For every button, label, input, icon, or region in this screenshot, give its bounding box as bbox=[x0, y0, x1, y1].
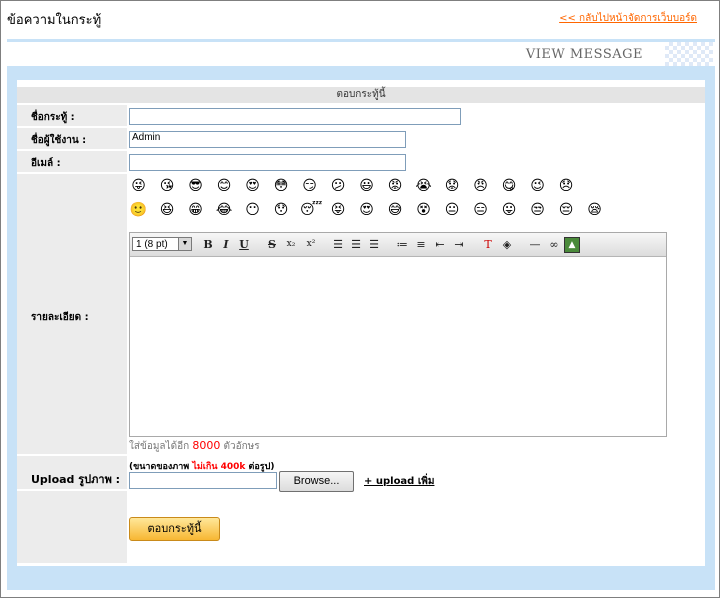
remaining-chars: ใส่ข้อมูลได้อีก 8000 ตัวอักษร bbox=[129, 439, 260, 454]
email-label: อีเมล์ : bbox=[31, 158, 61, 169]
add-upload-link[interactable]: + upload เพิ่ม bbox=[364, 474, 434, 489]
font-size-value: 1 (8 pt) bbox=[136, 239, 168, 250]
insert-image-icon[interactable]: ▲ bbox=[564, 237, 580, 253]
strikethrough-button[interactable]: S bbox=[264, 237, 280, 252]
emoticon-12-icon[interactable]: 😟 bbox=[443, 178, 462, 194]
user-label-cell: ชื่อผู้ใช้งาน : bbox=[17, 128, 127, 149]
rich-text-editor: 1 (8 pt) ▼ B I U S x₂ x² ☰ ☰ ☰ ≔ ≡ ⇤ ⇥ T… bbox=[129, 232, 667, 437]
view-message-title: VIEW MESSAGE bbox=[525, 47, 643, 62]
emoticon-8-icon[interactable]: 😕 bbox=[329, 178, 348, 194]
user-label: ชื่อผู้ใช้งาน : bbox=[31, 135, 87, 146]
detail-label: รายละเอียด : bbox=[31, 312, 89, 323]
topic-label: ชื่อกระทู้ : bbox=[31, 112, 75, 123]
align-center-icon[interactable]: ☰ bbox=[348, 237, 364, 252]
remaining-suffix: ตัวอักษร bbox=[223, 441, 260, 452]
reply-section-title: ตอบกระทู้นี้ bbox=[17, 87, 705, 103]
submit-label-cell bbox=[17, 491, 127, 563]
text-color-icon[interactable]: T bbox=[480, 237, 496, 252]
upload-label: Upload รูปภาพ : bbox=[31, 473, 121, 486]
remaining-prefix: ใส่ข้อมูลได้อีก bbox=[129, 441, 190, 452]
emoticon-25-icon[interactable]: 😍 bbox=[357, 202, 376, 218]
emoticon-30-icon[interactable]: 😛 bbox=[500, 202, 519, 218]
emoticon-21-icon[interactable]: 😶 bbox=[243, 202, 262, 218]
file-path-input[interactable] bbox=[129, 472, 277, 489]
emoticon-27-icon[interactable]: 😵 bbox=[414, 202, 433, 218]
view-message-bar: VIEW MESSAGE bbox=[7, 42, 715, 66]
unordered-list-icon[interactable]: ≡ bbox=[413, 237, 429, 252]
emoticon-26-icon[interactable]: 😅 bbox=[386, 202, 405, 218]
email-label-cell: อีเมล์ : bbox=[17, 151, 127, 172]
emoticon-17-icon[interactable]: 🙂 bbox=[129, 202, 148, 218]
underline-button[interactable]: U bbox=[236, 237, 252, 252]
subscript-button[interactable]: x₂ bbox=[283, 237, 299, 252]
superscript-button[interactable]: x² bbox=[303, 237, 319, 252]
back-to-webboard-link[interactable]: << กลับไปหน้าจัดการเว็บบอร์ด bbox=[559, 11, 697, 26]
reply-form: ตอบกระทู้นี้ ชื่อกระทู้ : ชื่อผู้ใช้งาน … bbox=[17, 80, 705, 566]
emoticon-10-icon[interactable]: 😡 bbox=[386, 178, 405, 194]
page-frame: ข้อความในกระทู้ << กลับไปหน้าจัดการเว็บบ… bbox=[0, 0, 720, 598]
checker-decoration bbox=[665, 42, 713, 66]
message-body-area[interactable] bbox=[130, 257, 666, 436]
emoticon-9-icon[interactable]: 😃 bbox=[357, 178, 376, 194]
emoticon-24-icon[interactable]: 😝 bbox=[329, 202, 348, 218]
emoticon-6-icon[interactable]: 😳 bbox=[272, 178, 291, 194]
emoticon-18-icon[interactable]: 😆 bbox=[158, 202, 177, 218]
email-input[interactable] bbox=[129, 154, 406, 171]
topic-input[interactable] bbox=[129, 108, 461, 125]
upload-note-limit: ไม่เกิน 400k bbox=[192, 462, 246, 472]
emoticon-3-icon[interactable]: 😎 bbox=[186, 178, 205, 194]
bold-button[interactable]: B bbox=[200, 237, 216, 252]
emoticon-2-icon[interactable]: 😘 bbox=[158, 178, 177, 194]
emoticon-16-icon[interactable]: 😞 bbox=[557, 178, 576, 194]
emoticon-4-icon[interactable]: 😊 bbox=[215, 178, 234, 194]
emoticon-33-icon[interactable]: 😪 bbox=[585, 202, 604, 218]
emoticon-29-icon[interactable]: 😑 bbox=[471, 202, 490, 218]
link-icon[interactable]: ∞ bbox=[546, 237, 562, 252]
ordered-list-icon[interactable]: ≔ bbox=[394, 237, 410, 252]
upload-note-suffix: ต่อรูป) bbox=[248, 462, 275, 472]
align-right-icon[interactable]: ☰ bbox=[366, 237, 382, 252]
upload-note-prefix: (ขนาดของภาพ bbox=[129, 462, 190, 472]
editor-toolbar: 1 (8 pt) ▼ B I U S x₂ x² ☰ ☰ ☰ ≔ ≡ ⇤ ⇥ T… bbox=[130, 233, 666, 257]
remaining-count: 8000 bbox=[192, 439, 221, 452]
submit-reply-button[interactable]: ตอบกระทู้นี้ bbox=[129, 517, 220, 541]
background-color-icon[interactable]: ◈ bbox=[499, 237, 515, 252]
emoticon-13-icon[interactable]: 😠 bbox=[471, 178, 490, 194]
emoticon-14-icon[interactable]: 😋 bbox=[500, 178, 519, 194]
topic-label-cell: ชื่อกระทู้ : bbox=[17, 105, 127, 126]
form-panel: ตอบกระทู้นี้ ชื่อกระทู้ : ชื่อผู้ใช้งาน … bbox=[7, 66, 715, 590]
emoticon-22-icon[interactable]: 😯 bbox=[272, 202, 291, 218]
indent-icon[interactable]: ⇥ bbox=[451, 237, 467, 252]
emoticon-19-icon[interactable]: 😁 bbox=[186, 202, 205, 218]
outdent-icon[interactable]: ⇤ bbox=[432, 237, 448, 252]
browse-button[interactable]: Browse... bbox=[279, 471, 354, 492]
detail-label-cell: รายละเอียด : bbox=[17, 174, 127, 454]
page-title: ข้อความในกระทู้ bbox=[7, 13, 102, 28]
emoticon-32-icon[interactable]: 😔 bbox=[557, 202, 576, 218]
emoticon-11-icon[interactable]: 😭 bbox=[414, 178, 433, 194]
align-left-icon[interactable]: ☰ bbox=[330, 237, 346, 252]
emoticon-15-icon[interactable]: 😉 bbox=[528, 178, 547, 194]
emoticon-31-icon[interactable]: 😒 bbox=[528, 202, 547, 218]
emoticon-1-icon[interactable]: 😜 bbox=[129, 178, 148, 194]
font-size-select[interactable]: 1 (8 pt) ▼ bbox=[132, 237, 192, 251]
user-input[interactable]: Admin bbox=[129, 131, 406, 148]
upload-size-note: (ขนาดของภาพ ไม่เกิน 400k ต่อรูป) bbox=[129, 459, 274, 473]
emoticon-28-icon[interactable]: 😐 bbox=[443, 202, 462, 218]
emoticon-20-icon[interactable]: 😂 bbox=[215, 202, 234, 218]
horizontal-rule-icon[interactable]: — bbox=[527, 237, 543, 252]
emoticon-23-icon[interactable]: 😴 bbox=[300, 202, 322, 218]
italic-button[interactable]: I bbox=[218, 237, 234, 252]
emoticon-5-icon[interactable]: 😍 bbox=[243, 178, 262, 194]
emoticon-7-icon[interactable]: 😏 bbox=[300, 178, 319, 194]
chevron-down-icon: ▼ bbox=[178, 238, 191, 250]
